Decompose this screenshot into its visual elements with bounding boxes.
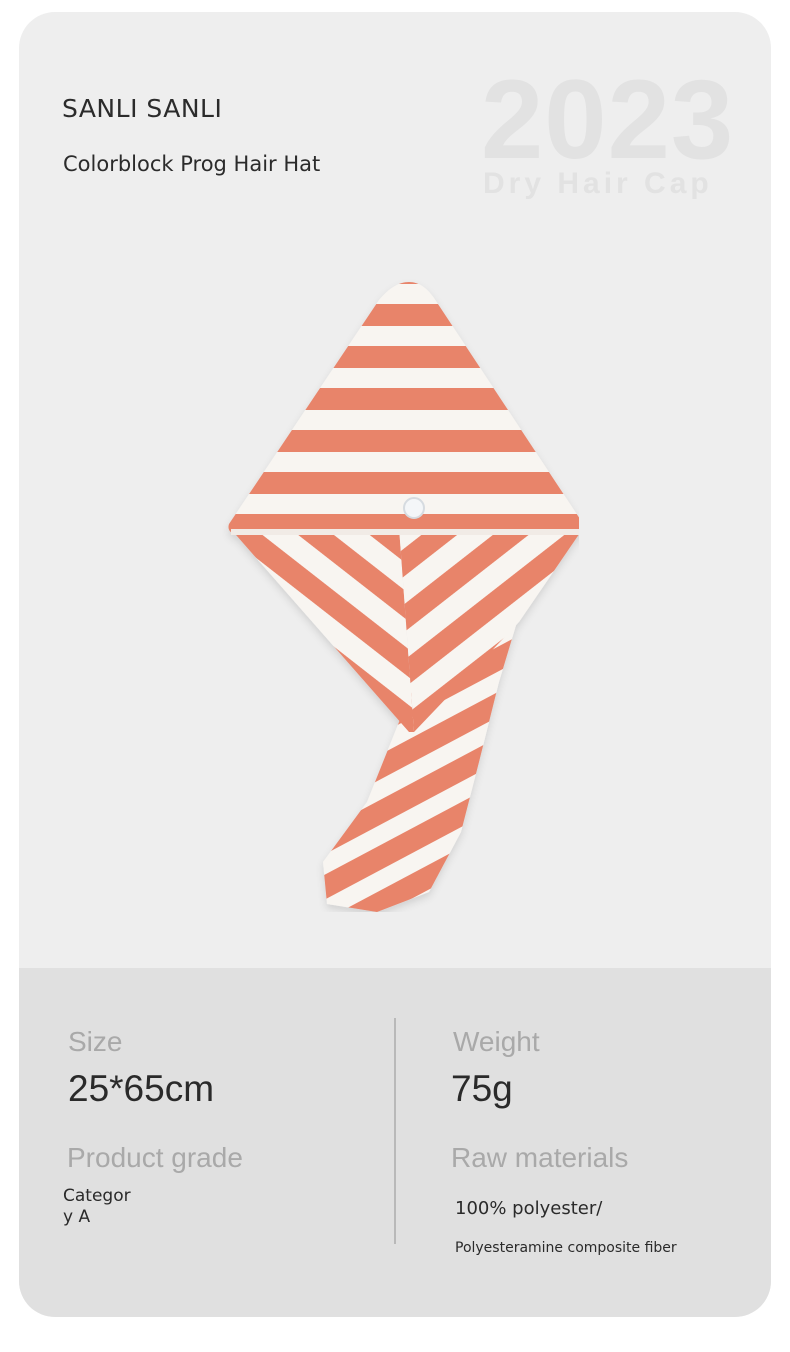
materials-note: Polyesteramine composite fiber [455, 1240, 677, 1256]
size-label: Size [68, 1026, 123, 1057]
specs-panel: Size 25*65cm Weight 75g Product grade Ca… [19, 968, 771, 1317]
brand-name: SANLI SANLI [62, 94, 223, 123]
towel-hood [228, 282, 579, 534]
product-title: Colorblock Prog Hair Hat [63, 152, 321, 176]
hair-towel-cap-image [228, 282, 579, 912]
materials-value: 100% polyester/ [455, 1198, 603, 1219]
size-value: 25*65cm [68, 1068, 215, 1109]
towel-left-flap [229, 527, 414, 732]
weight-value: 75g [451, 1068, 513, 1109]
grade-value-line2: y A [63, 1207, 91, 1227]
product-card: SANLI SANLI Colorblock Prog Hair Hat 202… [19, 12, 771, 1317]
button-icon [403, 497, 425, 519]
watermark-subtitle: Dry Hair Cap [483, 167, 713, 200]
weight-label: Weight [453, 1026, 540, 1057]
grade-label: Product grade [67, 1142, 243, 1173]
specs-divider [394, 1018, 396, 1244]
grade-value: Categor y A [63, 1186, 131, 1228]
materials-label: Raw materials [451, 1142, 629, 1173]
grade-value-line1: Categor [63, 1186, 131, 1206]
watermark-year: 2023 [481, 57, 735, 182]
